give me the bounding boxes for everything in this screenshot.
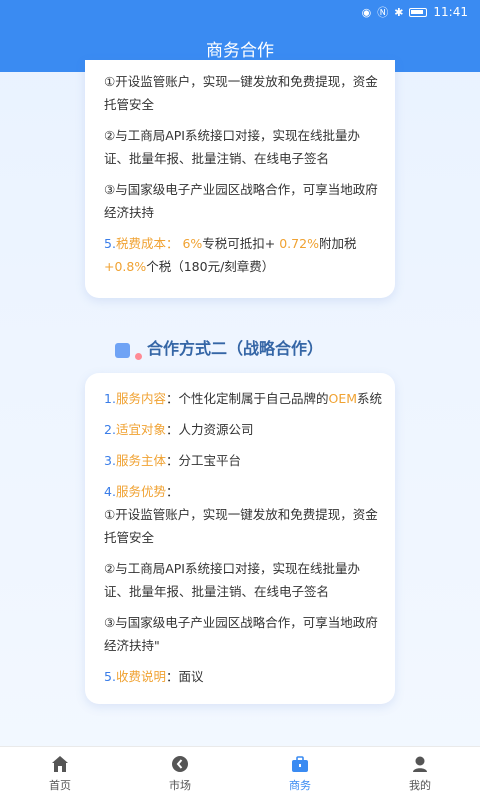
- cooperation-card-1: ①开设监管账户，实现一键发放和免费提现，资金 托管安全 ②与工商局API系统接口…: [85, 60, 395, 298]
- profile-icon: [411, 755, 429, 773]
- advantage-line: 证、批量年报、批量注销、在线电子签名: [104, 151, 330, 166]
- eye-icon: ◉: [361, 5, 372, 19]
- advantage-line: ③与国家级电子产业园区战略合作，可享当地政府: [104, 182, 378, 197]
- bottom-tab-bar: 首页 市场 商务 我的: [0, 746, 480, 800]
- advantage-line: ③与国家级电子产业园区战略合作，可享当地政府: [104, 615, 378, 630]
- advantage-line: ②与工商局API系统接口对接，实现在线批量办: [104, 561, 360, 576]
- tax-cost-line-1: 5.税费成本： 6%专税可抵扣+ 0.72%附加税: [104, 236, 357, 251]
- advantage-line: 托管安全: [104, 530, 155, 545]
- tab-label: 我的: [409, 778, 431, 792]
- tab-label: 商务: [289, 778, 311, 792]
- home-icon: [51, 755, 69, 773]
- tab-mine[interactable]: 我的: [380, 755, 460, 793]
- cube-icon: [115, 343, 142, 360]
- advantage-line: 经济扶持": [104, 638, 160, 653]
- fee-note-item: 5.收费说明：面议: [104, 669, 204, 684]
- status-bar: ◉ Ⓝ ✱ 11:41: [0, 0, 480, 24]
- battery-icon: [409, 7, 428, 17]
- business-icon: [291, 755, 309, 773]
- tax-cost-line-2: +0.8%个税（180元/刻章费）: [104, 259, 275, 274]
- advantage-line: 经济扶持: [104, 205, 155, 220]
- nfc-icon: Ⓝ: [377, 5, 389, 19]
- tab-label: 市场: [169, 778, 191, 792]
- market-icon: [171, 755, 189, 773]
- tab-label: 首页: [49, 778, 71, 792]
- service-advantage-item: 4.服务优势：: [104, 484, 179, 499]
- advantage-line: ②与工商局API系统接口对接，实现在线批量办: [104, 128, 360, 143]
- advantage-line: ①开设监管账户，实现一键发放和免费提现，资金: [104, 74, 378, 89]
- section-title-text: 合作方式二（战略合作）: [147, 339, 324, 358]
- service-content-item: 1.服务内容：个性化定制属于自己品牌的OEM系统: [104, 391, 383, 406]
- advantage-line: ①开设监管账户，实现一键发放和免费提现，资金: [104, 507, 378, 522]
- tab-market[interactable]: 市场: [140, 755, 220, 793]
- section-title-2: 合作方式二（战略合作）: [115, 334, 323, 360]
- service-subject-item: 3.服务主体：分工宝平台: [104, 453, 241, 468]
- advantage-line: 证、批量年报、批量注销、在线电子签名: [104, 584, 330, 599]
- tab-business[interactable]: 商务: [260, 755, 340, 793]
- cooperation-card-2: 1.服务内容：个性化定制属于自己品牌的OEM系统 2.适宜对象：人力资源公司 3…: [85, 373, 395, 704]
- page-title: 商务合作: [206, 40, 274, 61]
- bluetooth-icon: ✱: [394, 5, 404, 19]
- advantage-line: 托管安全: [104, 97, 155, 112]
- tab-home[interactable]: 首页: [20, 755, 100, 793]
- status-time: 11:41: [433, 5, 468, 19]
- target-audience-item: 2.适宜对象：人力资源公司: [104, 422, 254, 437]
